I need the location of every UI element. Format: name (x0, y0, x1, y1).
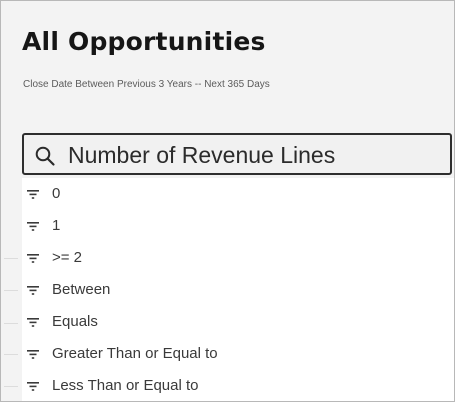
search-input[interactable] (68, 139, 438, 171)
filter-option-label: Between (52, 281, 111, 298)
app-frame: All Opportunities Close Date Between Pre… (0, 0, 455, 402)
filter-option-label: 0 (52, 185, 61, 202)
page-subtitle: Close Date Between Previous 3 Years -- N… (23, 79, 270, 90)
filter-option-label: Less Than or Equal to (52, 377, 199, 394)
filter-icon (27, 350, 39, 359)
filter-option[interactable]: Equals (22, 306, 454, 338)
filter-icon (27, 222, 39, 231)
filter-option-list: 0 1 >= 2 Between Equals Greater Than or … (22, 178, 454, 401)
filter-icon (27, 254, 39, 263)
filter-option[interactable]: 1 (22, 210, 454, 242)
filter-option[interactable]: Less Than or Equal to (22, 370, 454, 401)
filter-option[interactable]: >= 2 (22, 242, 454, 274)
filter-option-label: Greater Than or Equal to (52, 345, 218, 362)
filter-icon (27, 190, 39, 199)
filter-icon (27, 382, 39, 391)
background-sliver (2, 178, 22, 401)
filter-icon (27, 286, 39, 295)
search-field[interactable] (22, 133, 452, 175)
page-title: All Opportunities (22, 27, 266, 56)
filter-option[interactable]: Greater Than or Equal to (22, 338, 454, 370)
filter-option[interactable]: Between (22, 274, 454, 306)
filter-option-label: 1 (52, 217, 61, 234)
search-icon (35, 146, 55, 166)
page-header: All Opportunities Close Date Between Pre… (2, 2, 454, 130)
filter-icon (27, 318, 39, 327)
filter-option[interactable]: 0 (22, 178, 454, 210)
filter-option-label: Equals (52, 313, 98, 330)
filter-option-label: >= 2 (52, 249, 83, 266)
